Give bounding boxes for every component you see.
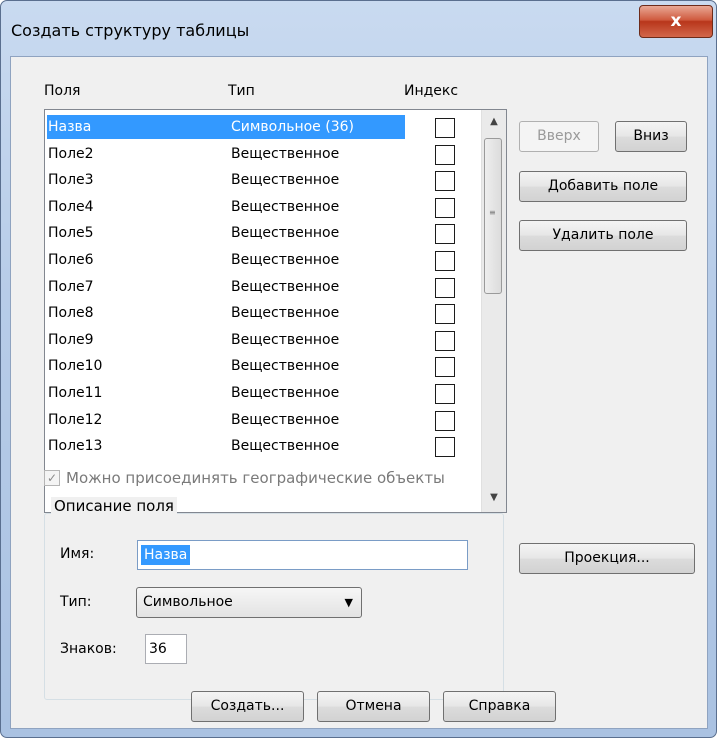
table-row[interactable]: Назва Символьное (36) <box>45 114 474 140</box>
field-type-cell: Вещественное <box>231 305 340 322</box>
column-header-fields: Поля <box>44 83 81 99</box>
field-width-label: Знаков: <box>60 641 117 657</box>
field-type-cell: Символьное (36) <box>229 115 405 139</box>
field-name-cell: Поле2 <box>48 145 94 162</box>
cancel-button[interactable]: Отмена <box>317 691 430 722</box>
table-row[interactable]: Поле5 Вещественное <box>45 220 474 246</box>
field-description-title: Описание поля <box>51 497 177 515</box>
field-name-label: Имя: <box>60 546 95 562</box>
field-name-cell: Поле7 <box>48 278 94 295</box>
index-checkbox[interactable] <box>435 144 455 165</box>
field-type-cell: Вещественное <box>231 438 340 455</box>
index-checkbox[interactable] <box>435 251 455 271</box>
field-width-input[interactable]: 36 <box>145 634 187 664</box>
dialog-window: Создать структуру таблицы x Поля Тип Инд… <box>0 0 717 738</box>
field-type-cell: Вещественное <box>231 145 340 162</box>
scrollbar-grip-icon: ≡ <box>489 208 496 217</box>
geo-objects-checkbox[interactable]: ✓ <box>44 470 60 486</box>
column-header-type: Тип <box>228 83 255 99</box>
scroll-down-arrow-icon[interactable]: ▼ <box>482 488 506 508</box>
field-name-value: Назва <box>141 545 191 565</box>
table-row[interactable]: Поле6 Вещественное <box>45 247 474 273</box>
index-checkbox[interactable] <box>435 277 455 298</box>
field-name-cell: Поле3 <box>48 172 94 189</box>
index-checkbox[interactable] <box>435 118 455 138</box>
projection-button[interactable]: Проекция... <box>519 543 695 574</box>
fields-list-scrollbar[interactable]: ▲ ≡ ▼ <box>481 110 506 512</box>
index-checkbox[interactable] <box>435 224 455 245</box>
table-row[interactable]: Поле13 Вещественное <box>45 433 474 459</box>
table-row[interactable]: Поле9 Вещественное <box>45 327 474 353</box>
table-row[interactable]: Поле10 Вещественное <box>45 353 474 379</box>
field-type-cell: Вещественное <box>231 358 340 375</box>
dialog-title: Создать структуру таблицы <box>11 21 250 40</box>
table-row[interactable]: Поле11 Вещественное <box>45 380 474 406</box>
field-name-cell: Поле12 <box>48 411 103 428</box>
field-name-cell: Поле9 <box>48 331 94 348</box>
index-checkbox[interactable] <box>435 357 455 378</box>
dialog-client-area: Поля Тип Индекс Назва Символьное (36) Поле… <box>10 56 708 729</box>
field-name-cell: Поле6 <box>48 252 94 268</box>
fields-list[interactable]: Назва Символьное (36) Поле2 Вещественное Пол… <box>44 109 507 513</box>
field-name-cell: Поле4 <box>48 198 94 215</box>
field-type-cell: Вещественное <box>231 331 340 348</box>
field-type-cell: Вещественное <box>231 411 340 428</box>
index-checkbox[interactable] <box>435 171 455 192</box>
index-checkbox[interactable] <box>435 410 455 431</box>
field-name-cell: Поле5 <box>48 225 94 242</box>
table-row[interactable]: Поле2 Вещественное <box>45 141 474 167</box>
field-name-cell: Назва <box>47 115 229 139</box>
field-type-select[interactable]: Символьное ▼ <box>136 587 362 618</box>
field-type-cell: Вещественное <box>231 385 340 401</box>
field-type-cell: Вещественное <box>231 225 340 242</box>
delete-field-button[interactable]: Удалить поле <box>519 220 687 251</box>
close-icon: x <box>670 11 682 31</box>
index-checkbox[interactable] <box>435 384 455 404</box>
field-name-cell: Поле13 <box>48 438 103 455</box>
index-checkbox[interactable] <box>435 330 455 351</box>
field-type-cell: Вещественное <box>231 252 340 268</box>
chevron-down-icon: ▼ <box>344 596 353 609</box>
move-down-button[interactable]: Вниз <box>615 121 687 152</box>
add-field-button[interactable]: Добавить поле <box>519 171 687 202</box>
field-type-cell: Вещественное <box>231 172 340 189</box>
table-row[interactable]: Поле12 Вещественное <box>45 407 474 433</box>
field-type-cell: Вещественное <box>231 198 340 215</box>
table-row[interactable]: Поле4 Вещественное <box>45 194 474 220</box>
create-button[interactable]: Создать... <box>191 691 304 722</box>
field-type-value: Символьное <box>143 594 233 610</box>
table-row[interactable]: Поле3 Вещественное <box>45 167 474 193</box>
scroll-up-arrow-icon[interactable]: ▲ <box>482 112 506 132</box>
index-checkbox[interactable] <box>435 304 455 325</box>
field-name-cell: Поле11 <box>48 385 103 401</box>
table-row[interactable]: Поле7 Вещественное <box>45 274 474 300</box>
field-name-cell: Поле10 <box>48 358 103 375</box>
field-name-cell: Поле8 <box>48 305 94 322</box>
column-header-index: Индекс <box>404 83 459 99</box>
help-button[interactable]: Справка <box>443 691 556 722</box>
index-checkbox[interactable] <box>435 437 455 458</box>
close-button[interactable]: x <box>639 5 713 38</box>
field-type-cell: Вещественное <box>231 278 340 295</box>
move-up-button[interactable]: Вверх <box>519 121 599 152</box>
index-checkbox[interactable] <box>435 197 455 218</box>
geo-objects-label: Можно присоединять географические объект… <box>66 469 445 487</box>
scrollbar-thumb[interactable]: ≡ <box>484 138 502 294</box>
field-name-input[interactable]: Назва <box>137 540 468 570</box>
field-type-label: Тип: <box>60 594 92 610</box>
table-row[interactable]: Поле8 Вещественное <box>45 300 474 326</box>
